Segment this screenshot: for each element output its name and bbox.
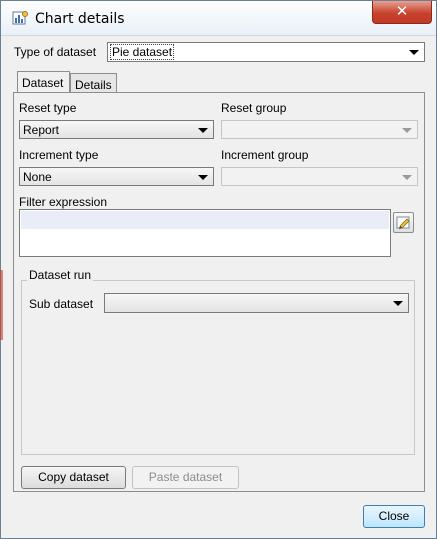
reset-type-value: Report xyxy=(23,123,60,137)
tab-dataset-label: Dataset xyxy=(22,76,64,90)
copy-dataset-button[interactable]: Copy dataset xyxy=(21,466,126,489)
close-icon: ✕ xyxy=(395,2,409,20)
chevron-down-icon xyxy=(409,50,419,55)
filter-expression-current-line xyxy=(21,211,389,229)
reset-group-label: Reset group xyxy=(221,101,287,115)
increment-type-value: None xyxy=(23,170,52,184)
filter-expression-label: Filter expression xyxy=(19,195,108,209)
edit-expression-button[interactable] xyxy=(393,212,414,233)
sub-dataset-combo[interactable] xyxy=(104,293,409,313)
increment-type-label: Increment type xyxy=(19,148,99,162)
reset-type-combo[interactable]: Report xyxy=(19,120,214,139)
chart-app-icon xyxy=(12,11,28,25)
tab-details-label: Details xyxy=(75,78,112,92)
close-button[interactable]: Close xyxy=(363,505,425,528)
background-window-edge xyxy=(0,270,3,340)
window-close-button[interactable]: ✕ xyxy=(372,1,432,24)
chevron-down-icon xyxy=(198,128,208,133)
filter-expression-field[interactable] xyxy=(19,209,391,257)
edit-expression-icon xyxy=(396,216,410,229)
dataset-type-value: Pie dataset xyxy=(110,44,175,60)
chevron-down-icon xyxy=(198,175,208,180)
dataset-run-title: Dataset run xyxy=(27,268,94,282)
tab-details[interactable]: Details xyxy=(70,73,117,93)
chevron-down-icon xyxy=(393,301,403,306)
paste-dataset-button: Paste dataset xyxy=(132,466,239,489)
chevron-down-icon xyxy=(402,175,412,180)
window-title: Chart details xyxy=(35,11,125,27)
reset-group-combo xyxy=(221,120,418,139)
tab-dataset[interactable]: Dataset xyxy=(17,71,70,93)
increment-type-combo[interactable]: None xyxy=(19,167,214,186)
dataset-type-combo[interactable]: Pie dataset xyxy=(107,42,425,62)
reset-type-label: Reset type xyxy=(19,101,77,115)
dataset-type-label: Type of dataset xyxy=(14,45,97,59)
chart-details-dialog: Chart details ✕ Type of dataset Pie data… xyxy=(0,0,437,539)
sub-dataset-label: Sub dataset xyxy=(29,297,94,311)
increment-group-label: Increment group xyxy=(221,148,309,162)
chevron-down-icon xyxy=(402,128,412,133)
title-bar[interactable]: Chart details ✕ xyxy=(1,1,436,36)
increment-group-combo xyxy=(221,167,418,186)
